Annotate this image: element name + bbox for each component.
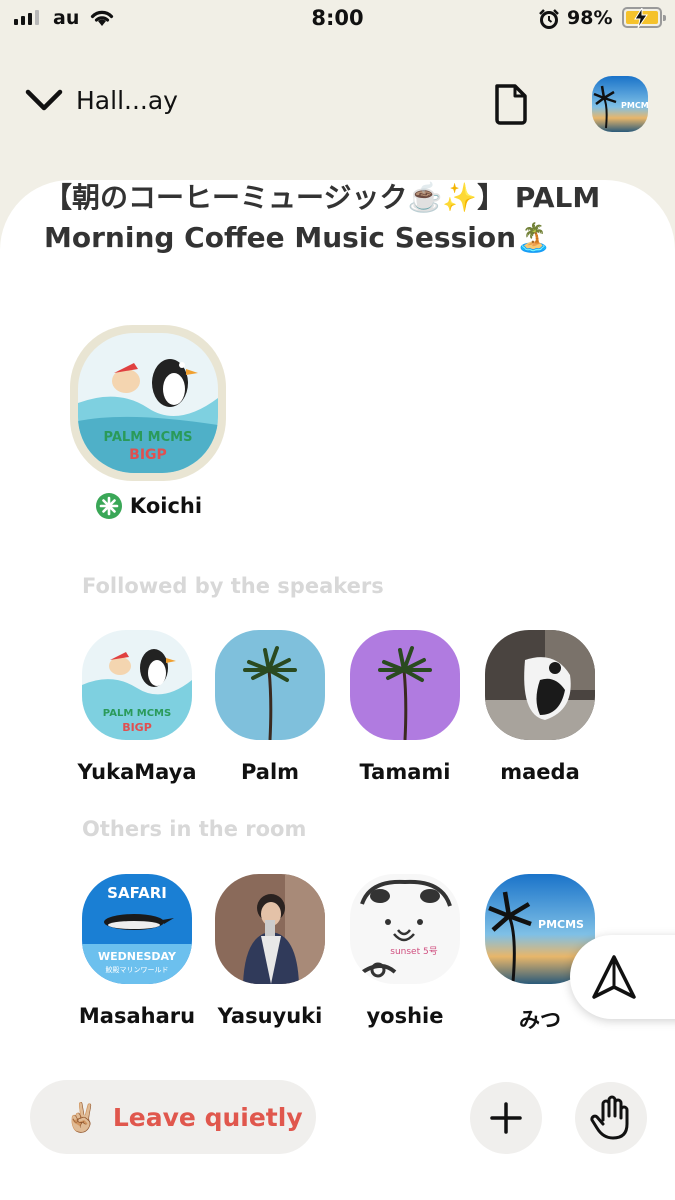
listener-name: みつ [519,1008,561,1032]
svg-text:鮫殿マリンワールド: 鮫殿マリンワールド [106,965,169,974]
others-section-label: Others in the room [82,817,307,841]
svg-text:PMCMS: PMCMS [621,101,648,110]
top-nav: Hall...ay PMCMS [0,70,675,140]
svg-text:BIGP: BIGP [122,721,152,734]
back-to-hallway-button[interactable]: Hall...ay [24,86,178,115]
svg-text:PALM MCMS: PALM MCMS [103,708,171,719]
listener-avatar [485,630,595,740]
add-people-button[interactable] [470,1082,542,1154]
listener-tile[interactable]: Yasuyuki [210,874,330,1028]
listener-name: Yasuyuki [217,1004,323,1028]
hallway-label: Hall...ay [76,86,178,115]
listener-name: yoshie [366,1004,444,1028]
share-room-button[interactable] [570,935,675,1019]
listener-avatar: SAFARI WEDNESDAY 鮫殿マリンワールド [82,874,192,984]
svg-text:BIGP: BIGP [129,447,167,463]
speaker-avatar: PALM MCMS BIGP [78,333,218,473]
listener-name: maeda [500,760,580,784]
plus-icon [490,1102,522,1134]
svg-text:PMCMS: PMCMS [538,918,584,931]
listener-tile[interactable]: sunset 5号 yoshie [345,874,465,1028]
alarm-icon [539,9,559,29]
peace-hand-icon: ✌🏼 [64,1100,99,1134]
battery-percentage: 98% [567,7,613,29]
raise-hand-button[interactable] [575,1082,647,1154]
listener-tile[interactable]: Palm [210,630,330,784]
leave-quietly-label: Leave quietly [112,1102,303,1132]
profile-photo: PMCMS [592,76,648,132]
listener-tile[interactable]: SAFARI WEDNESDAY 鮫殿マリンワールド Masaharu [77,874,197,1028]
room-title: 【朝のコーヒーミュージック☕️✨】 PALM Morning Coffee Mu… [44,181,601,254]
battery-icon [622,7,666,28]
listener-avatar [350,630,460,740]
listener-tile[interactable]: maeda [480,630,600,784]
speaker-ring: PALM MCMS BIGP [70,325,226,481]
leave-quietly-button[interactable]: ✌🏼 Leave quietly [30,1080,316,1154]
listener-tile[interactable]: PALM MCMS BIGP YukaMaya [77,630,197,784]
listener-avatar [215,874,325,984]
status-bar: au 8:00 98% [0,0,675,40]
chevron-down-icon [25,89,63,110]
followed-section-label: Followed by the speakers [82,574,384,598]
listener-tile[interactable]: Tamami [345,630,465,784]
svg-text:WEDNESDAY: WEDNESDAY [98,950,177,963]
my-profile-avatar[interactable]: PMCMS [592,76,648,132]
room-info-button[interactable] [490,82,532,130]
svg-text:sunset 5号: sunset 5号 [390,946,437,957]
listener-avatar [215,630,325,740]
listener-name: YukaMaya [77,760,197,784]
listener-name: Palm [240,760,300,784]
listener-name: Masaharu [78,1004,196,1028]
listener-avatar: sunset 5号 [350,874,460,984]
room-card: 【朝のコーヒーミュージック☕️✨】 PALM Morning Coffee Mu… [0,180,675,1200]
svg-text:SAFARI: SAFARI [107,884,167,902]
listener-avatar: PALM MCMS BIGP [82,630,192,740]
listener-name: Tamami [359,760,451,784]
raise-hand-icon [590,1095,629,1140]
speaker-name: Koichi [129,494,203,518]
speaker-tile[interactable]: PALM MCMS BIGP Koichi [70,325,228,519]
moderator-badge-icon [95,493,122,519]
paper-plane-icon [592,955,636,999]
document-icon [495,84,527,125]
svg-text:PALM MCMS: PALM MCMS [104,430,193,445]
